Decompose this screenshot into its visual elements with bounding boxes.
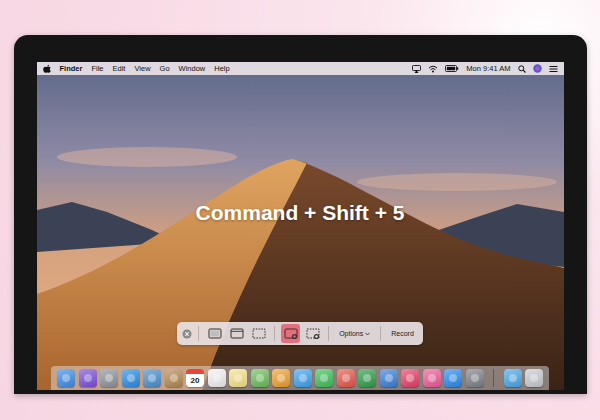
spacer	[37, 345, 564, 366]
shortcut-caption: Command + Shift + 5	[196, 199, 405, 322]
spotlight-icon[interactable]	[518, 65, 526, 73]
capture-mode-button[interactable]	[227, 324, 246, 343]
app-glyph	[363, 374, 371, 382]
dock-app-icon[interactable]	[165, 369, 183, 387]
dock-app-icon[interactable]	[100, 369, 118, 387]
capture-mode-button[interactable]	[303, 324, 322, 343]
clock[interactable]: Mon 9:41 AM	[466, 62, 510, 75]
app-glyph	[449, 374, 457, 382]
menu-item[interactable]: Edit	[113, 62, 126, 75]
app-glyph	[148, 374, 156, 382]
dock-separator	[493, 369, 494, 387]
dock: 20	[51, 366, 549, 390]
dock-app-icon[interactable]	[229, 369, 247, 387]
capture-mode-button[interactable]	[281, 324, 300, 343]
desktop-screen: Finder File Edit View Go Window Help Mon 9:41 A…	[37, 62, 564, 390]
app-glyph	[428, 374, 436, 382]
page: Finder File Edit View Go Window Help Mon 9:41 A…	[0, 0, 600, 394]
airplay-icon[interactable]	[412, 65, 421, 73]
dock-row: 20	[37, 366, 564, 390]
screenshot-toolbar: Options Record	[177, 322, 423, 345]
app-glyph	[213, 374, 221, 382]
app-glyph	[530, 374, 538, 382]
app-glyph	[127, 374, 135, 382]
menu-item[interactable]: Help	[214, 62, 229, 75]
dock-app-icon[interactable]	[358, 369, 376, 387]
dock-app-icon[interactable]	[57, 369, 75, 387]
dock-app-icon[interactable]	[525, 369, 543, 387]
app-menu[interactable]: Finder	[60, 62, 83, 75]
record-selection-icon	[306, 327, 320, 340]
dock-app-icon[interactable]	[401, 369, 419, 387]
separator	[198, 326, 199, 341]
dock-app-icon[interactable]	[79, 369, 97, 387]
desktop-area: Command + Shift + 5	[37, 75, 564, 322]
dock-app-icon[interactable]	[444, 369, 462, 387]
menu-bar: Finder File Edit View Go Window Help Mon 9:41 A…	[37, 62, 564, 75]
dock-app-icon[interactable]	[380, 369, 398, 387]
app-glyph	[471, 374, 479, 382]
menu-extras: Mon 9:41 AM	[412, 62, 557, 75]
battery-icon[interactable]	[445, 65, 459, 72]
app-glyph	[170, 374, 178, 382]
desktop: Finder File Edit View Go Window Help Mon 9:41 A…	[37, 62, 564, 390]
notification-center-icon[interactable]	[549, 65, 558, 73]
app-glyph	[84, 374, 92, 382]
siri-icon[interactable]	[533, 64, 542, 73]
calendar-icon[interactable]: 20	[186, 369, 204, 387]
dock-app-icon[interactable]	[294, 369, 312, 387]
wifi-icon[interactable]	[428, 65, 438, 73]
toolbar-row: Options Record	[37, 322, 564, 345]
app-glyph	[62, 374, 70, 382]
laptop-bezel: Finder File Edit View Go Window Help Mon 9:41 A…	[14, 35, 587, 394]
capture-mode-button[interactable]	[205, 324, 224, 343]
app-glyph	[234, 374, 242, 382]
separator	[380, 326, 381, 341]
record-screen-icon	[284, 327, 298, 340]
capture-screen-icon	[208, 327, 222, 340]
app-glyph	[256, 374, 264, 382]
dock-app-icon[interactable]	[122, 369, 140, 387]
dock-app-icon[interactable]	[208, 369, 226, 387]
apple-menu-icon[interactable]	[43, 64, 51, 73]
dock-app-icon[interactable]	[337, 369, 355, 387]
app-glyph	[105, 374, 113, 382]
app-glyph	[509, 374, 517, 382]
separator	[328, 326, 329, 341]
menu-item[interactable]: File	[91, 62, 103, 75]
chevron-down-icon	[365, 332, 370, 336]
menu-left: Finder File Edit View Go Window Help	[43, 62, 230, 75]
menu-item[interactable]: Window	[179, 62, 206, 75]
capture-mode-button[interactable]	[249, 324, 268, 343]
app-glyph	[299, 374, 307, 382]
capture-window-icon	[230, 327, 244, 340]
calendar-date: 20	[186, 374, 204, 387]
app-glyph	[277, 374, 285, 382]
app-glyph	[406, 374, 414, 382]
app-glyph	[342, 374, 350, 382]
dock-app-icon[interactable]	[272, 369, 290, 387]
options-label: Options	[339, 324, 363, 343]
app-glyph	[385, 374, 393, 382]
app-glyph	[320, 374, 328, 382]
close-icon[interactable]	[182, 329, 192, 339]
dock-app-icon[interactable]	[143, 369, 161, 387]
menu-item[interactable]: Go	[160, 62, 170, 75]
menu-item[interactable]: View	[134, 62, 150, 75]
dock-app-icon[interactable]	[504, 369, 522, 387]
dock-app-icon[interactable]	[315, 369, 333, 387]
capture-selection-icon	[252, 327, 266, 340]
dock-app-icon[interactable]	[423, 369, 441, 387]
options-button[interactable]: Options	[335, 324, 374, 343]
record-button[interactable]: Record	[387, 324, 418, 343]
separator	[274, 326, 275, 341]
dock-app-icon[interactable]	[466, 369, 484, 387]
dock-app-icon[interactable]	[251, 369, 269, 387]
